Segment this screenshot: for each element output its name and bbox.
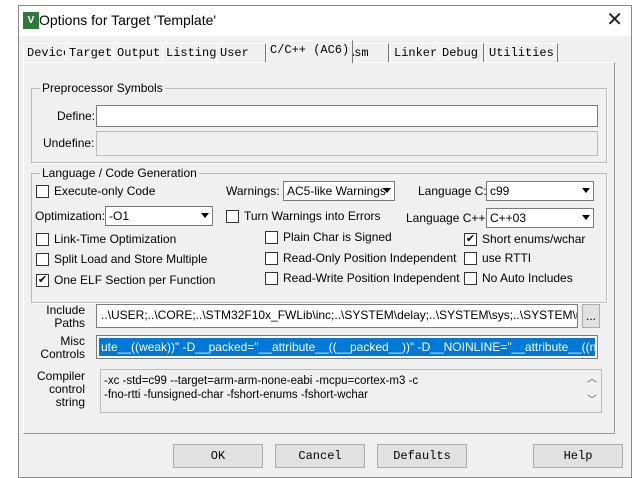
plain-char-checkbox[interactable]: Plain Char is Signed [265,230,392,244]
short-enums-label: Short enums/wchar [482,232,586,246]
misc-controls-label: Misc Controls [29,335,85,361]
dialog-title: Options for Target 'Template' [39,12,217,28]
define-label: Define: [57,109,96,123]
execute-only-checkbox[interactable]: Execute-only Code [36,184,155,198]
optimization-select[interactable]: -O1 [105,206,213,226]
checkbox-box: ✔ [464,232,477,246]
include-paths-input[interactable]: ..\USER;..\CORE;..\STM32F10x_FWLib\inc;.… [96,304,578,328]
tab-user[interactable]: User [216,43,266,62]
misc-controls-input[interactable]: ute__((weak))" -D__packed="__attribute__… [96,335,598,359]
tab-linker[interactable]: Linker [390,43,442,62]
checkbox-box [265,251,278,265]
language-cpp-value: C++03 [490,211,527,225]
chevron-down-icon [201,213,209,218]
defaults-button[interactable]: Defaults [377,444,467,468]
checkbox-box [464,271,477,285]
split-load-checkbox[interactable]: Split Load and Store Multiple [36,252,207,266]
no-auto-includes-checkbox[interactable]: No Auto Includes [464,271,573,285]
warnings-select[interactable]: AC5-like Warnings [283,181,395,201]
warnings-value: AC5-like Warnings [287,184,386,198]
rw-pi-checkbox[interactable]: Read-Write Position Independent [265,271,460,285]
language-c-value: c99 [490,184,510,198]
scroll-down-icon[interactable]: ﹀ [587,394,597,408]
include-paths-label: Include Paths [29,304,85,330]
checkbox-box [36,232,49,246]
lto-checkbox[interactable]: Link-Time Optimization [36,232,176,246]
language-c-select[interactable]: c99 [486,181,594,201]
warnings-label: Warnings: [226,184,280,198]
cancel-button[interactable]: Cancel [275,444,365,468]
checkbox-box [265,271,278,285]
tab-target[interactable]: Target [65,43,117,62]
ro-pi-label: Read-Only Position Independent [283,251,457,265]
ro-pi-checkbox[interactable]: Read-Only Position Independent [265,251,456,265]
optimization-value: -O1 [109,209,130,223]
options-dialog: V Options for Target 'Template' ✕ Device… [18,5,632,478]
tab-listing[interactable]: Listing [162,43,221,62]
language-group-label: Language / Code Generation [40,166,199,180]
chevron-down-icon [582,188,590,193]
turn-warnings-label: Turn Warnings into Errors [244,209,381,223]
undefine-label: Undefine: [43,136,95,150]
compiler-line-1: -xc -std=c99 --target=arm-arm-none-eabi … [104,375,419,387]
turn-warnings-checkbox[interactable]: Turn Warnings into Errors [226,209,380,223]
keil-app-icon: V [23,12,39,29]
compiler-line-2: -fno-rtti -funsigned-char -fshort-enums … [104,389,368,401]
checkbox-box [464,251,477,265]
include-paths-browse-button[interactable]: ... [582,304,600,328]
one-elf-checkbox[interactable]: ✔ One ELF Section per Function [36,273,215,287]
checkbox-box [36,252,49,266]
tab-cc-ac6[interactable]: C/C++ (AC6) [266,40,354,63]
language-cpp-select[interactable]: C++03 [486,208,594,228]
close-icon[interactable]: ✕ [606,9,623,31]
language-c-label: Language C: [418,184,487,198]
preprocessor-group-label: Preprocessor Symbols [40,81,165,95]
language-cpp-label: Language C++: [406,211,489,225]
checkbox-box [36,184,49,198]
plain-char-label: Plain Char is Signed [283,230,392,244]
rtti-checkbox[interactable]: use RTTI [464,251,531,265]
short-enums-checkbox[interactable]: ✔ Short enums/wchar [464,232,585,246]
no-auto-includes-label: No Auto Includes [482,271,573,285]
optimization-label: Optimization: [35,209,106,223]
compiler-control-string: -xc -std=c99 --target=arm-arm-none-eabi … [100,369,602,413]
split-load-label: Split Load and Store Multiple [54,252,208,266]
ok-button[interactable]: OK [173,444,263,468]
one-elf-label: One ELF Section per Function [54,273,216,287]
tab-debug[interactable]: Debug [438,43,484,62]
misc-label-line2: Controls [40,347,85,361]
tab-utilities[interactable]: Utilities [485,43,558,62]
compiler-label-line3: string [55,395,85,409]
rtti-label: use RTTI [482,251,532,265]
lto-label: Link-Time Optimization [54,232,177,246]
execute-only-label: Execute-only Code [54,184,156,198]
compiler-control-label: Compiler control string [29,370,85,409]
chevron-down-icon [582,215,590,220]
checkbox-box [226,209,239,223]
checkbox-box: ✔ [36,273,49,287]
scroll-up-icon[interactable]: ︿ [587,373,597,387]
checkbox-box [265,230,278,244]
rw-pi-label: Read-Write Position Independent [283,271,460,285]
misc-controls-selected-text: ute__((weak))" -D__packed="__attribute__… [99,338,598,356]
tab-output[interactable]: Output [113,43,165,62]
title-bar: V Options for Target 'Template' ✕ [19,6,631,36]
undefine-input [96,131,598,156]
include-label-line2: Paths [54,316,85,330]
define-input[interactable] [96,105,598,127]
help-button[interactable]: Help [533,444,623,468]
chevron-down-icon [383,188,391,193]
